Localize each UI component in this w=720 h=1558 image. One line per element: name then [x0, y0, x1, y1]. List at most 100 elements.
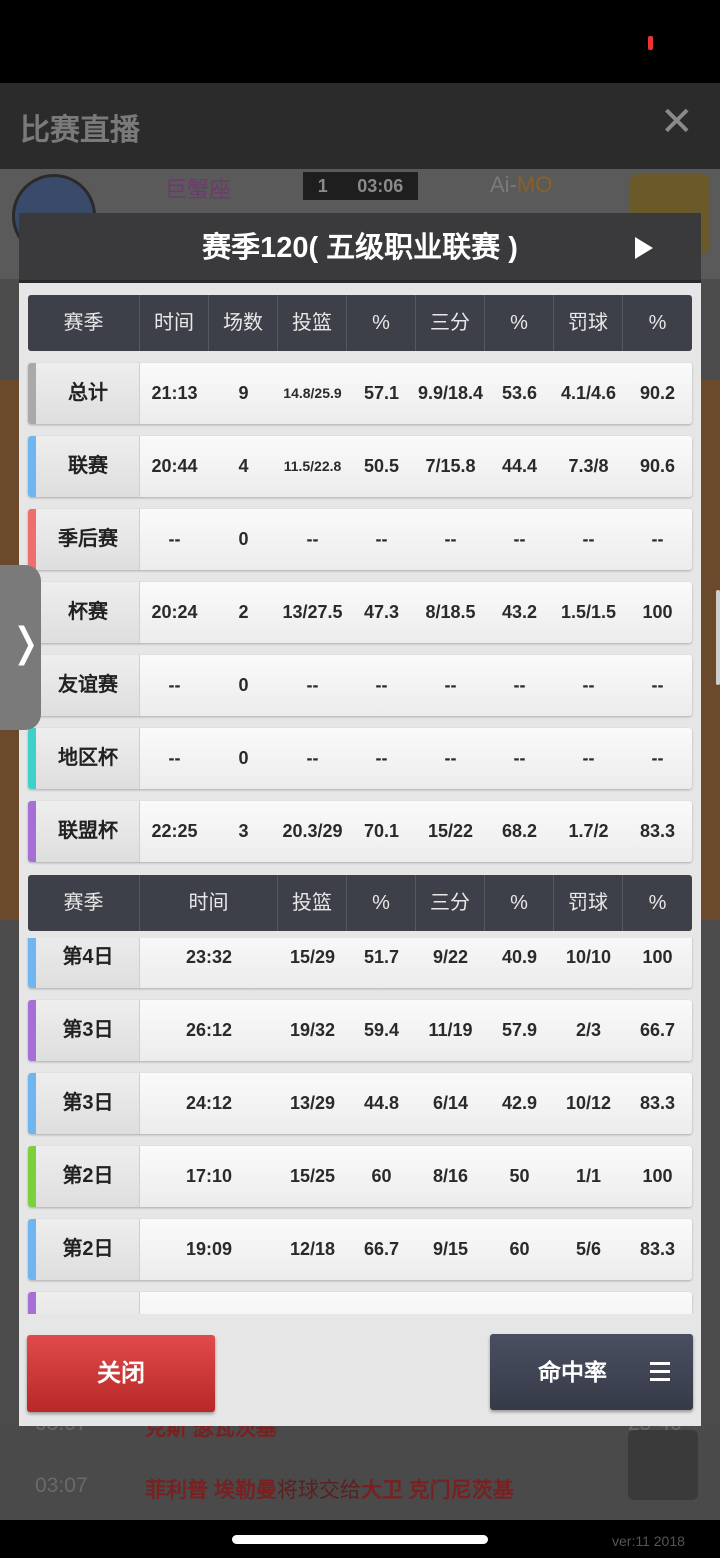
games-header-cell: 赛季 — [28, 875, 140, 931]
game-row[interactable]: 第3日 26:12 19/32 59.4 11/19 57.9 2/3 66.7 — [28, 1000, 692, 1061]
close-button[interactable]: 关闭 — [27, 1335, 215, 1412]
summary-row[interactable]: 季后赛 -- 0 -- -- -- -- -- -- — [28, 509, 692, 570]
stat-cell: 19:09 — [185, 1239, 233, 1259]
row-accent — [28, 728, 36, 789]
chevron-right-icon: ❭ — [9, 621, 43, 665]
row-accent — [28, 1146, 36, 1207]
stat-cell: 8/18.5 — [425, 602, 476, 622]
stat-cell: 83.3 — [639, 1239, 676, 1259]
stat-cell: 53.6 — [501, 383, 538, 403]
game-row[interactable]: 第4日 23:32 15/29 51.7 9/22 40.9 10/10 100 — [28, 938, 692, 988]
games-header-cell: % — [347, 875, 416, 931]
stat-cell: 10/10 — [565, 947, 612, 967]
stat-cell: 90.2 — [639, 383, 676, 403]
stat-cell: 23:32 — [185, 947, 233, 967]
stat-cell: -- — [582, 675, 595, 695]
stat-cell: 13/27.5 — [282, 602, 343, 622]
stat-cell: 7/15.8 — [425, 456, 476, 476]
stat-cell: -- — [651, 748, 664, 768]
summary-row[interactable]: 联盟杯 22:25 3 20.3/29 70.1 15/22 68.2 1.7/2 83.3 — [28, 801, 692, 862]
game-row[interactable]: 第2日 19:09 12/18 66.7 9/15 60 5/6 83.3 — [28, 1219, 692, 1280]
row-accent — [28, 509, 36, 570]
row-label: 联盟杯 — [58, 820, 118, 842]
stat-cell: 19/32 — [289, 1020, 336, 1040]
chart-button[interactable] — [628, 1430, 698, 1500]
stat-cell: 40.9 — [501, 947, 538, 967]
stat-cell: 2/3 — [575, 1020, 602, 1040]
game-row[interactable]: 第2日 17:10 15/25 60 8/16 50 1/1 100 — [28, 1146, 692, 1207]
stat-cell: -- — [444, 748, 457, 768]
stat-cell: 68.2 — [501, 821, 538, 841]
stat-cell: -- — [168, 675, 181, 695]
stat-cell: 3 — [238, 821, 249, 841]
row-label: 杯赛 — [68, 601, 108, 623]
stat-cell: 20.3/29 — [282, 821, 343, 841]
games-header-cell: 时间 — [140, 875, 278, 931]
row-accent — [28, 801, 36, 862]
summary-header-cell: 三分 — [416, 295, 485, 351]
summary-header-cell: 罚球 — [554, 295, 623, 351]
stat-cell: 100 — [642, 1166, 673, 1186]
summary-header-cell: 场数 — [209, 295, 278, 351]
stat-cell: -- — [306, 675, 319, 695]
stat-cell: -- — [651, 675, 664, 695]
games-list[interactable]: 第4日 23:32 15/29 51.7 9/22 40.9 10/10 100 第3日 26:1… — [19, 938, 701, 1314]
stat-cell: 59.4 — [363, 1020, 400, 1040]
row-accent — [28, 1292, 36, 1314]
summary-row[interactable]: 杯赛 20:24 2 13/27.5 47.3 8/18.5 43.2 1.5/1.5 100 — [28, 582, 692, 643]
stat-cell: 43.2 — [501, 602, 538, 622]
stat-cell: 66.7 — [639, 1020, 676, 1040]
stat-cell: 21:13 — [151, 383, 198, 403]
row-label: 联赛 — [68, 455, 108, 477]
stat-cell: 0 — [238, 529, 249, 549]
team-right-prefix: Ai- — [490, 172, 517, 197]
game-row[interactable] — [28, 1292, 692, 1314]
feed-text-part: 将球交给 — [276, 1479, 361, 1502]
stat-cell: 13/29 — [289, 1093, 336, 1113]
row-label: 第4日 — [62, 946, 114, 968]
stat-cell: -- — [513, 675, 526, 695]
modal-title: 赛季120( 五级职业联赛 ) — [202, 232, 518, 264]
summary-table-header: 赛季 时间 场数 投篮% 三分% 罚球% — [28, 295, 692, 351]
games-table-header: 赛季 时间 投篮% 三分% 罚球% — [28, 875, 692, 931]
stat-cell: 100 — [642, 947, 673, 967]
stat-cell: 51.7 — [363, 947, 400, 967]
summary-row[interactable]: 友谊赛 -- 0 -- -- -- -- -- -- — [28, 655, 692, 716]
menu-icon — [650, 1362, 670, 1382]
stat-cell: 11.5/22.8 — [283, 458, 342, 474]
play-icon[interactable] — [635, 237, 653, 259]
summary-row[interactable]: 总计 21:13 9 14.8/25.9 57.1 9.9/18.4 53.6 4.1/4.6… — [28, 363, 692, 424]
close-icon[interactable]: ✕ — [660, 102, 694, 142]
summary-row[interactable]: 联赛 20:44 4 11.5/22.8 50.5 7/15.8 44.4 7.3/8 90.6 — [28, 436, 692, 497]
right-edge-handle[interactable] — [716, 590, 720, 685]
home-indicator[interactable] — [232, 1535, 488, 1544]
accuracy-button[interactable]: 命中率 — [490, 1334, 693, 1410]
feed-time: 03:07 — [35, 1474, 88, 1497]
team-left-name: 巨蟹座 — [165, 177, 232, 202]
game-row[interactable]: 第3日 24:12 13/29 44.8 6/14 42.9 10/12 83.3 — [28, 1073, 692, 1134]
stat-cell: 66.7 — [363, 1239, 400, 1259]
stat-cell: 42.9 — [501, 1093, 538, 1113]
summary-row[interactable]: 地区杯 -- 0 -- -- -- -- -- -- — [28, 728, 692, 789]
stat-cell: -- — [306, 748, 319, 768]
row-accent — [28, 436, 36, 497]
row-label: 总计 — [68, 382, 108, 404]
side-panel-handle[interactable]: ❭ — [0, 565, 43, 730]
stat-cell: 47.3 — [363, 602, 400, 622]
recording-indicator — [648, 36, 653, 50]
stat-cell — [623, 1292, 692, 1314]
row-label: 季后赛 — [58, 528, 118, 550]
stat-cell: 24:12 — [185, 1093, 233, 1113]
stat-cell: -- — [582, 748, 595, 768]
stat-cell: 11/19 — [428, 1020, 473, 1040]
stat-cell: 0 — [238, 675, 249, 695]
feed-text: 菲利普 埃勒曼将球交给大卫 克门尼茨基 — [145, 1474, 514, 1504]
summary-header-cell: 赛季 — [28, 295, 140, 351]
quarter-number: 1 — [317, 175, 328, 196]
stat-cell: 0 — [238, 748, 249, 768]
stat-cell: 1/1 — [575, 1166, 602, 1186]
stat-cell: 57.1 — [363, 383, 400, 403]
season-stats-modal: 赛季120( 五级职业联赛 ) 赛季 时间 场数 投篮% 三分% 罚球% 总计 21:13 9… — [19, 213, 701, 1426]
row-label: 第2日 — [62, 1238, 114, 1260]
stat-cell: 70.1 — [363, 821, 400, 841]
